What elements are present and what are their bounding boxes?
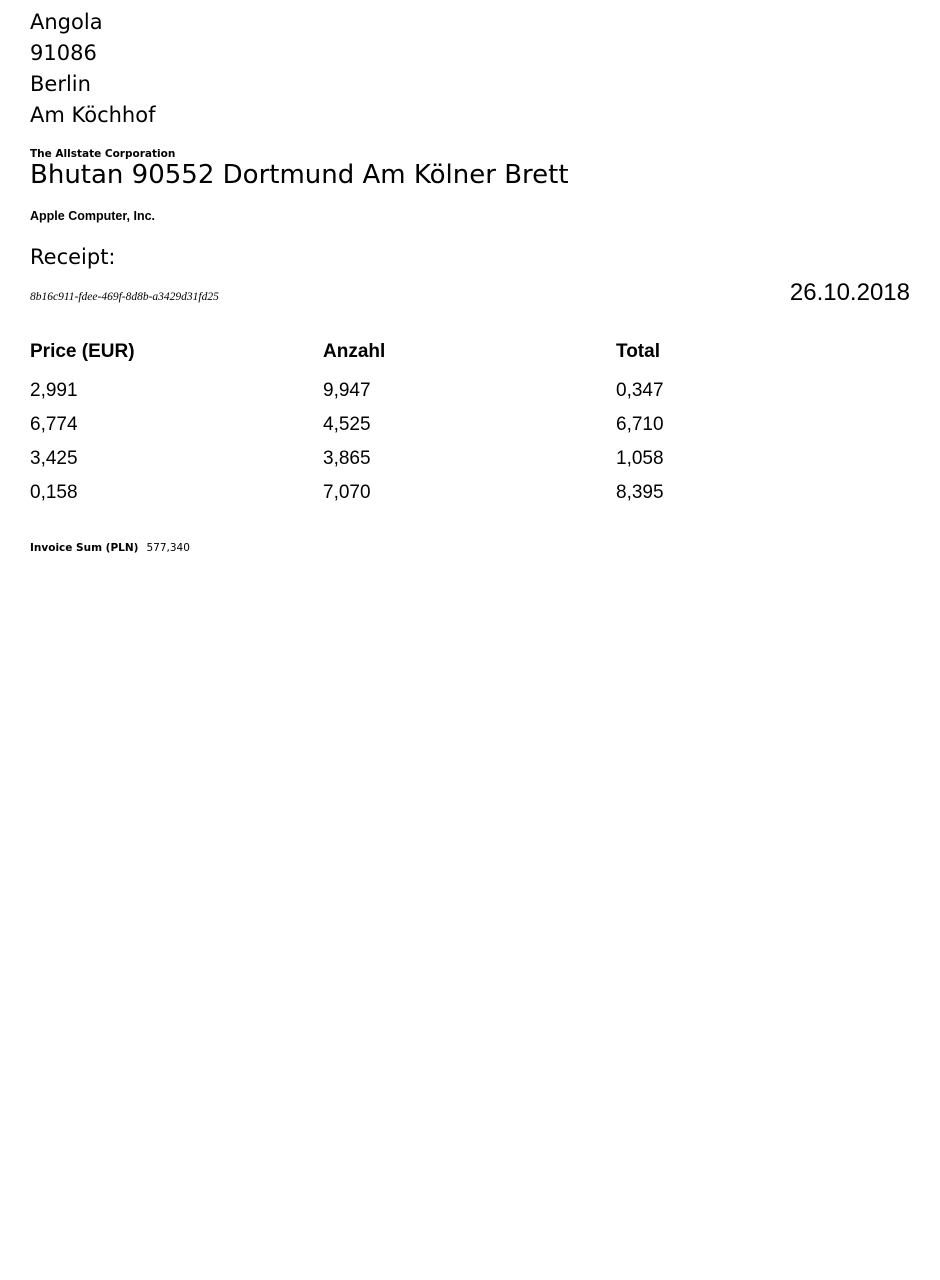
recipient-country: Angola [30, 10, 103, 34]
sender-address: Bhutan 90552 Dortmund Am Kölner Brett [30, 160, 569, 190]
cell-price: 0,158 [30, 482, 78, 503]
cell-quantity: 4,525 [323, 414, 371, 435]
cell-price: 3,425 [30, 448, 78, 469]
recipient-street: Am Köchhof [30, 103, 156, 127]
column-header-total: Total [616, 341, 660, 362]
invoice-sum: Invoice Sum (PLN) 577,340 [30, 541, 190, 555]
invoice-sum-value: 577,340 [146, 542, 190, 554]
recipient-company: Apple Computer, Inc. [30, 209, 156, 223]
cell-price: 6,774 [30, 414, 78, 435]
cell-price: 2,991 [30, 380, 78, 401]
document-id: 8b16c911-fdee-469f-8d8b-a3429d31fd25 [30, 291, 219, 303]
document-date: 26.10.2018 [789, 279, 910, 306]
document-title: Receipt: [30, 245, 116, 269]
cell-quantity: 3,865 [323, 448, 371, 469]
cell-total: 6,710 [616, 414, 664, 435]
cell-total: 0,347 [616, 380, 664, 401]
cell-total: 1,058 [616, 448, 664, 469]
cell-total: 8,395 [616, 482, 664, 503]
column-header-price: Price (EUR) [30, 341, 135, 362]
recipient-postcode: 91086 [30, 41, 97, 65]
cell-quantity: 7,070 [323, 482, 371, 503]
column-header-quantity: Anzahl [323, 341, 386, 362]
cell-quantity: 9,947 [323, 380, 371, 401]
recipient-city: Berlin [30, 72, 91, 96]
invoice-sum-label: Invoice Sum (PLN) [30, 542, 139, 554]
